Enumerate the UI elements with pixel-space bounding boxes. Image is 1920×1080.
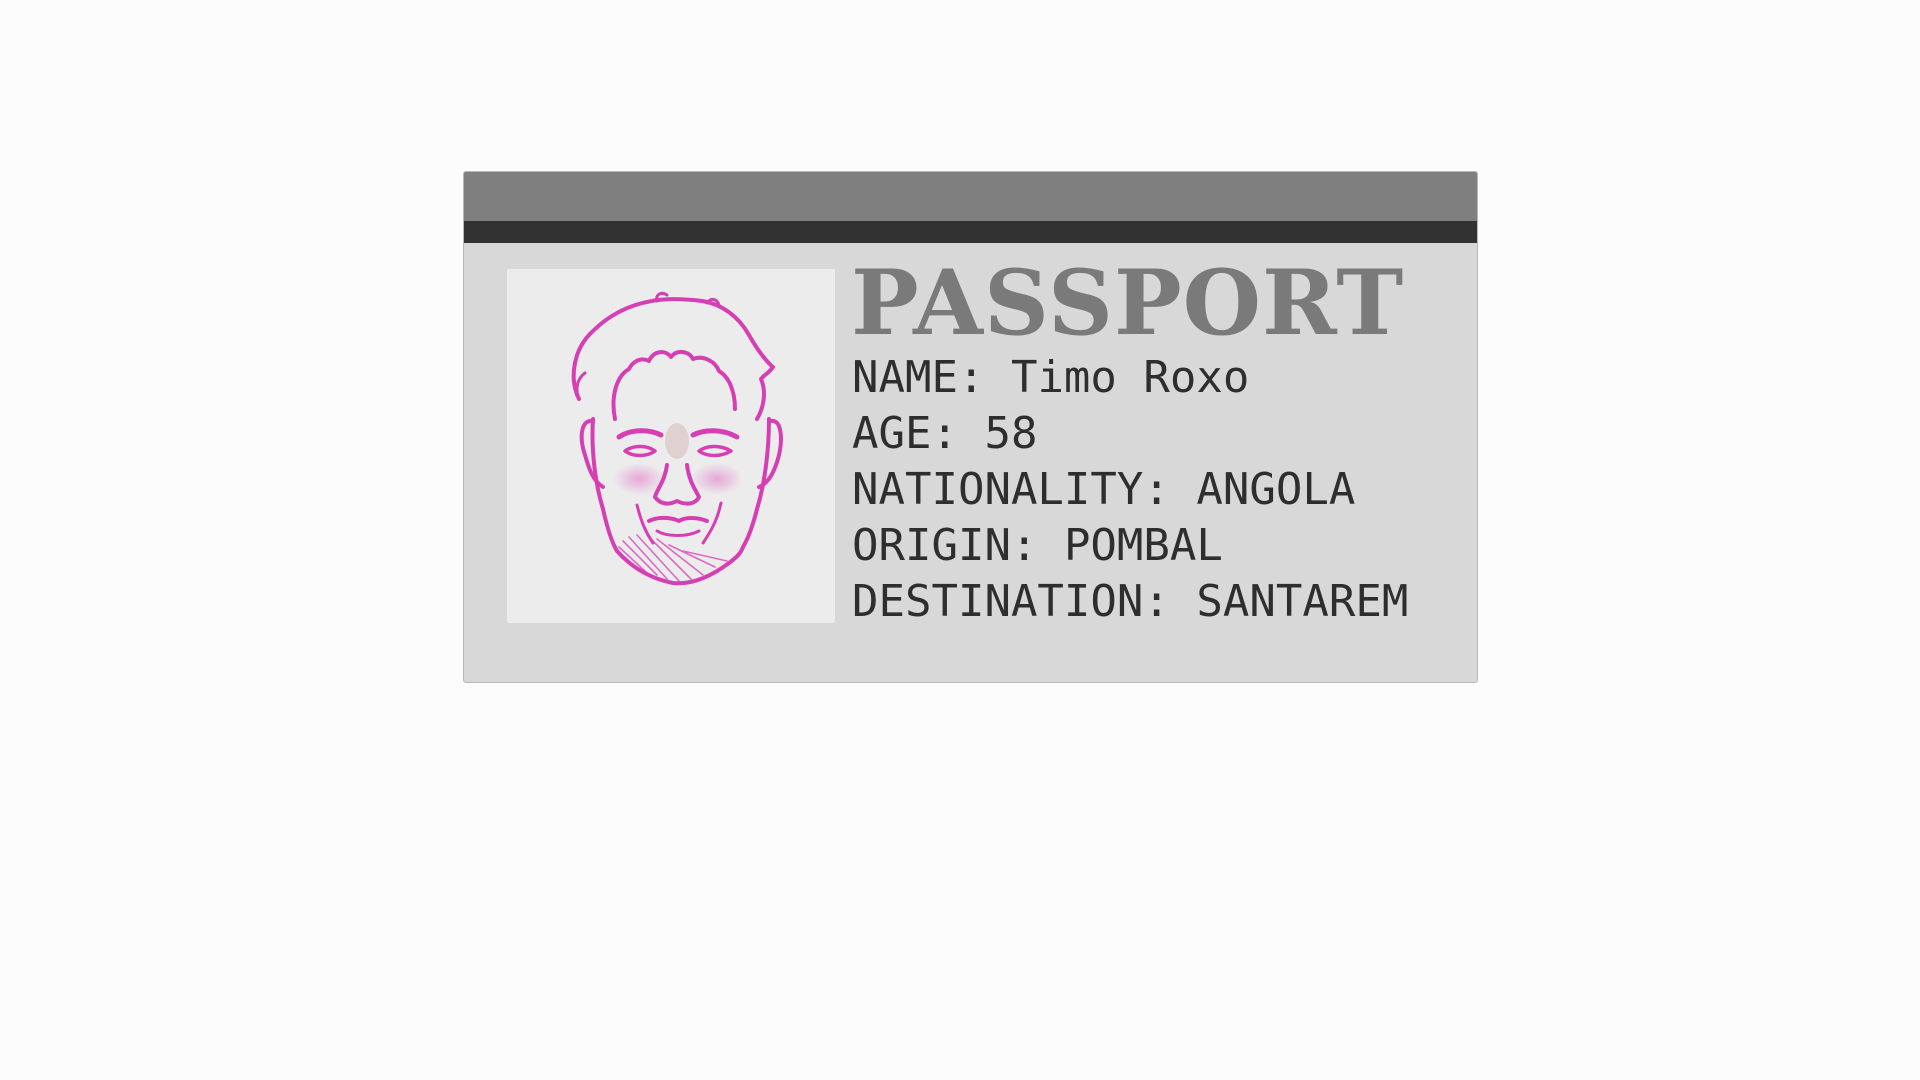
field-origin: ORIGIN: POMBAL [852,518,1408,574]
field-origin-value: POMBAL [1063,520,1223,571]
field-origin-label: ORIGIN: [852,520,1038,571]
passport-header-band [464,172,1477,221]
field-destination-value: SANTAREM [1196,576,1409,627]
field-nationality-value: ANGOLA [1196,464,1356,515]
field-age: AGE: 58 [852,406,1408,462]
field-destination-label: DESTINATION: [852,576,1170,627]
field-name: NAME: Timo Roxo [852,350,1408,406]
field-age-label: AGE: [852,408,958,459]
field-destination: DESTINATION: SANTAREM [852,574,1408,630]
passport-header-strip [464,221,1477,243]
field-name-value: Timo Roxo [1010,352,1250,403]
passport-fields: NAME: Timo Roxo AGE: 58 NATIONALITY: ANG… [852,350,1408,630]
field-nationality-label: NATIONALITY: [852,464,1170,515]
field-nationality: NATIONALITY: ANGOLA [852,462,1408,518]
field-name-label: NAME: [852,352,985,403]
passport-document[interactable]: PASSPORT NAME: Timo Roxo AGE: 58 NATIONA… [463,171,1478,683]
field-age-value: 58 [984,408,1038,459]
passport-photo [507,269,835,623]
game-stage: PASSPORT NAME: Timo Roxo AGE: 58 NATIONA… [0,0,1920,1080]
passport-title: PASSPORT [851,250,1405,356]
face-sketch-icon [571,291,783,586]
